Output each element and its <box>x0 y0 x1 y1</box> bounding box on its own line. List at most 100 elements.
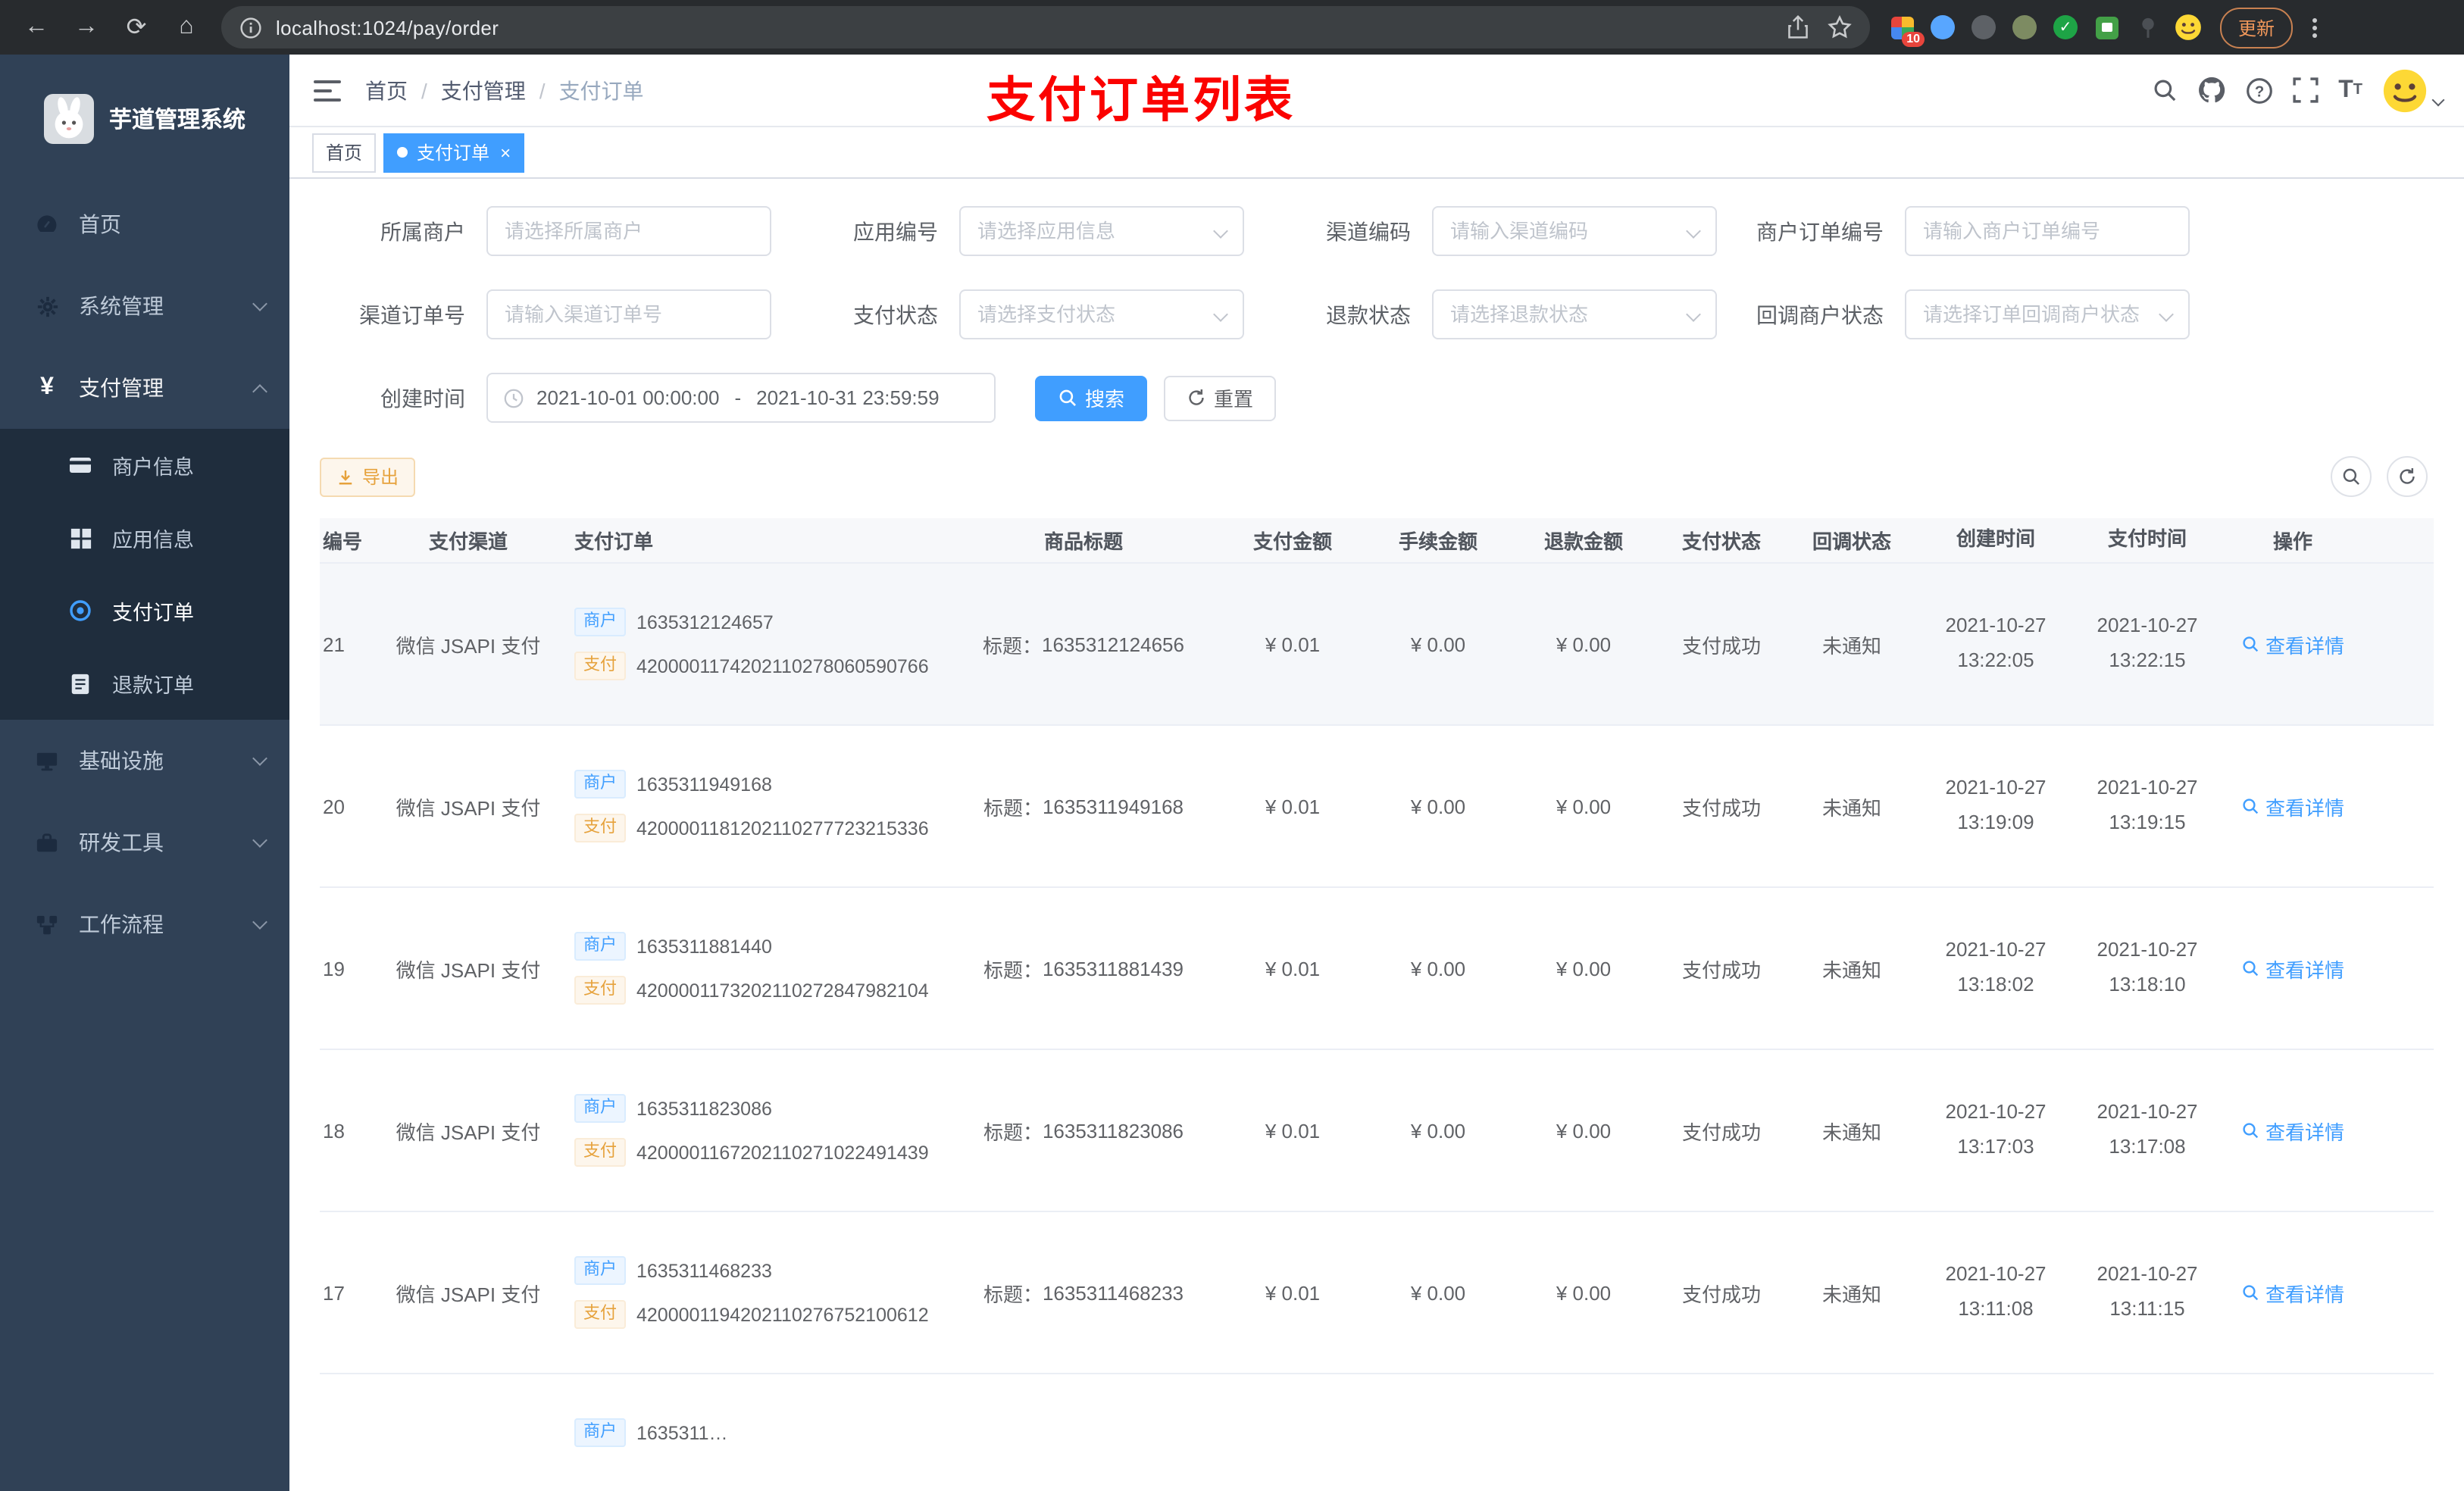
tab-home[interactable]: 首页 <box>312 133 377 172</box>
bookmark-star-icon[interactable] <box>1828 15 1852 39</box>
channel-order-no-input[interactable] <box>505 303 753 326</box>
cell-fee: ¥ 0.00 <box>1410 1281 1466 1304</box>
extension-olive-icon[interactable] <box>2011 14 2038 41</box>
sidebar-item-devtools[interactable]: 研发工具 <box>0 802 289 883</box>
pay-badge: 支付 <box>574 652 626 680</box>
channel-order-no-field[interactable] <box>486 289 771 339</box>
view-detail-link[interactable]: 查看详情 <box>2241 1116 2344 1145</box>
merchant-order-no-input[interactable] <box>1923 220 2172 242</box>
refund-status-select[interactable] <box>1432 289 1717 339</box>
filter-label: 渠道编码 <box>1326 219 1411 243</box>
col-title: 商品标题 <box>1043 530 1123 553</box>
merchant-input[interactable] <box>505 220 753 242</box>
extension-check-icon[interactable]: ✓ <box>2052 14 2079 41</box>
notify-status-input[interactable] <box>1923 303 2172 326</box>
sidebar-item-app-info[interactable]: 应用信息 <box>0 502 289 574</box>
address-bar[interactable]: localhost:1024/pay/order <box>221 6 1870 48</box>
table-row[interactable]: 21 微信 JSAPI 支付 商户 1635312124657 支付 42000… <box>320 564 2434 726</box>
forward-icon[interactable]: → <box>65 6 108 48</box>
filter-label: 创建时间 <box>380 386 465 410</box>
browser-update-button[interactable]: 更新 <box>2220 7 2294 48</box>
cell-pay-time: 2021-10-27 13:19:15 <box>2097 776 2198 834</box>
extension-dark-icon[interactable] <box>1970 14 1997 41</box>
table-row[interactable]: 18 微信 JSAPI 支付 商户 1635311823086 支付 42000… <box>320 1050 2434 1212</box>
home-icon[interactable]: ⌂ <box>165 6 208 48</box>
sidebar-item-payment[interactable]: ¥ 支付管理 <box>0 347 289 429</box>
sidebar-item-workflow[interactable]: 工作流程 <box>0 883 289 965</box>
cell-title: 标题： <box>947 1440 1220 1469</box>
hamburger-icon[interactable] <box>289 55 365 126</box>
notify-status-select[interactable] <box>1905 289 2190 339</box>
share-icon[interactable] <box>1787 15 1809 39</box>
help-icon[interactable]: ? <box>2246 77 2273 104</box>
breadcrumb-home[interactable]: 首页 <box>365 75 408 105</box>
reset-button[interactable]: 重置 <box>1164 375 1277 420</box>
extension-colorful-icon[interactable]: 10 <box>1888 14 1925 47</box>
table-row[interactable]: 19 微信 JSAPI 支付 商户 1635311881440 支付 42000… <box>320 888 2434 1050</box>
refund-status-input[interactable] <box>1450 303 1699 326</box>
merchant-order-line: 商户 1635311949168 <box>571 770 772 799</box>
export-button[interactable]: 导出 <box>320 457 416 496</box>
app-logo[interactable]: 芋道管理系统 <box>0 55 289 183</box>
col-pay-order: 支付订单 <box>574 530 654 553</box>
sidebar-item-system[interactable]: 系统管理 <box>0 265 289 347</box>
tab-close-icon[interactable]: × <box>500 143 511 161</box>
sidebar-item-pay-order[interactable]: 支付订单 <box>0 574 289 647</box>
sidebar-item-refund-order[interactable]: 退款订单 <box>0 647 289 720</box>
cell-create-time: 2021-10-27 13:11:08 <box>1945 1262 2047 1321</box>
table-row[interactable]: 17 微信 JSAPI 支付 商户 1635311468233 支付 42000… <box>320 1212 2434 1374</box>
filter-field-channel-order-no: 渠道订单号 <box>320 289 771 339</box>
sidebar-item-label: 退款订单 <box>112 674 194 697</box>
pay-status-select[interactable] <box>959 289 1244 339</box>
view-detail-link[interactable]: 查看详情 <box>2241 954 2344 983</box>
user-avatar[interactable] <box>2382 67 2445 113</box>
toggle-search-icon[interactable] <box>2331 456 2372 497</box>
github-icon[interactable] <box>2197 76 2226 105</box>
cell-pay-status: 支付成功 <box>1681 958 1761 981</box>
cell-refund: ¥ 0.00 <box>1556 633 1612 655</box>
view-detail-link[interactable]: 查看详情 <box>2241 792 2344 821</box>
extension-pin-icon[interactable] <box>2134 14 2161 41</box>
merchant-select[interactable] <box>486 206 771 256</box>
extension-drop-icon[interactable] <box>1929 14 1956 41</box>
merchant-order-line: 商户 1635311… <box>571 1418 728 1447</box>
col-pay-status: 支付状态 <box>1681 530 1761 553</box>
search-button[interactable]: 搜索 <box>1035 375 1148 420</box>
active-tab-dot <box>397 147 408 158</box>
browser-menu-icon[interactable] <box>2306 11 2323 43</box>
refresh-icon[interactable]: ⟳ <box>115 6 158 48</box>
extension-chat-icon[interactable] <box>2093 14 2120 41</box>
date-range-picker[interactable]: 2021-10-01 00:00:00 - 2021-10-31 23:59:5… <box>486 373 996 423</box>
breadcrumb-section[interactable]: 支付管理 <box>441 75 526 105</box>
app-no-input[interactable] <box>977 220 1226 242</box>
font-size-icon[interactable]: TT <box>2338 77 2362 102</box>
refresh-table-icon[interactable] <box>2387 456 2428 497</box>
browser-profile-avatar[interactable] <box>2175 14 2202 41</box>
channel-code-select[interactable] <box>1432 206 1717 256</box>
pay-status-input[interactable] <box>977 303 1226 326</box>
col-amount: 支付金额 <box>1252 530 1332 553</box>
view-detail-link[interactable]: 查看详情 <box>2241 1278 2344 1307</box>
sidebar-item-merchant-info[interactable]: 商户信息 <box>0 429 289 502</box>
view-detail-link[interactable]: 查看详情 <box>2241 630 2344 658</box>
tab-pay-order[interactable]: 支付订单 × <box>383 133 525 172</box>
table-row[interactable]: 商户 1635311… 支付 标题： 查看详情 <box>320 1374 2434 1491</box>
title-prefix: 标题： <box>983 1283 1043 1305</box>
table-toolbar: 导出 <box>320 456 2434 497</box>
back-icon[interactable]: ← <box>15 6 58 48</box>
table-row[interactable]: 20 微信 JSAPI 支付 商户 1635311949168 支付 42000… <box>320 726 2434 888</box>
chevron-up-icon <box>252 383 267 399</box>
sidebar-item-home[interactable]: 首页 <box>0 183 289 265</box>
header-search-icon[interactable] <box>2152 77 2178 103</box>
channel-code-input[interactable] <box>1450 220 1699 242</box>
site-info-icon[interactable] <box>239 16 262 39</box>
col-notify: 回调状态 <box>1812 530 1891 553</box>
chevron-down-icon <box>252 833 267 848</box>
pay-order-line: 支付 4200001173202110272847982104 <box>571 976 929 1005</box>
merchant-order-no-field[interactable] <box>1905 206 2190 256</box>
sidebar-item-infra[interactable]: 基础设施 <box>0 720 289 802</box>
fullscreen-icon[interactable] <box>2293 77 2319 103</box>
tags-view: 首页 支付订单 × <box>289 127 2464 179</box>
yen-icon: ¥ <box>40 374 54 400</box>
app-no-select[interactable] <box>959 206 1244 256</box>
